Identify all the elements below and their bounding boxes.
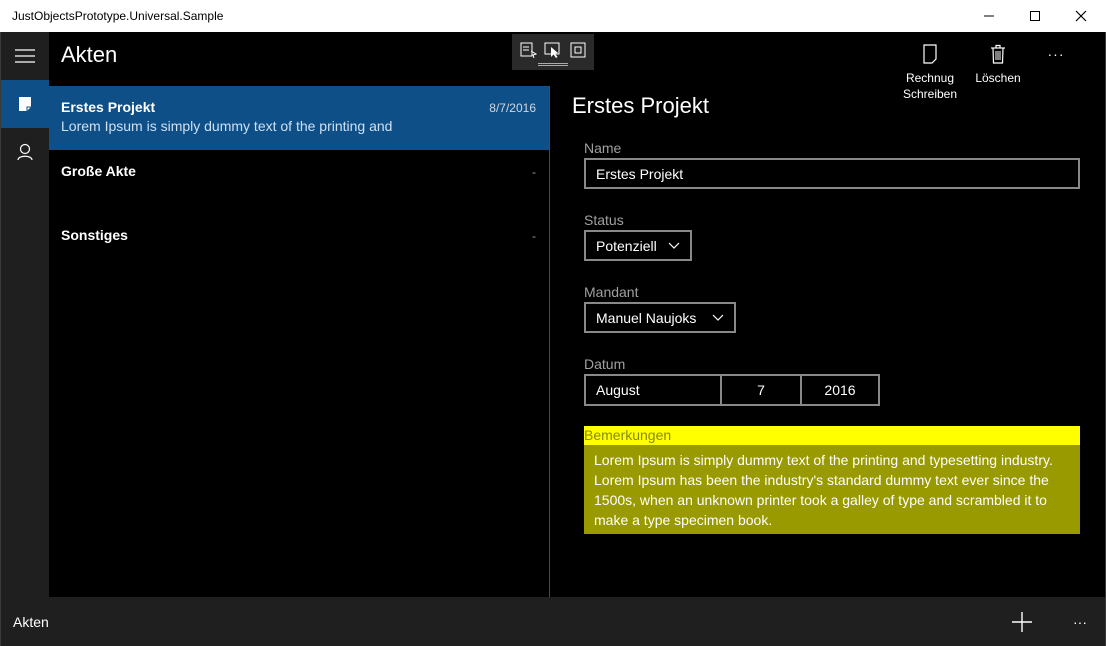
list-item-subtitle: Lorem Ipsum is simply dummy text of the … xyxy=(61,118,393,134)
chevron-down-icon xyxy=(712,314,724,321)
client-combobox[interactable]: Manuel Naujoks xyxy=(584,302,736,333)
adorner-button[interactable] xyxy=(569,40,588,60)
bottom-more-button[interactable]: ··· xyxy=(1065,607,1095,637)
maximize-icon xyxy=(1030,11,1040,21)
delete-label: Löschen xyxy=(975,71,1021,85)
maximize-button[interactable] xyxy=(1012,0,1058,32)
write-invoice-label-line2: Schreiben xyxy=(902,87,958,101)
write-invoice-label: Rechnug Schreiben xyxy=(903,70,957,102)
minimize-icon xyxy=(984,15,994,17)
nav-rail xyxy=(1,32,49,597)
more-icon: ··· xyxy=(1073,614,1087,630)
notes-field[interactable]: Lorem Ipsum is simply dummy text of the … xyxy=(584,445,1080,534)
select-element-button[interactable] xyxy=(518,40,537,60)
trash-icon xyxy=(991,44,1005,64)
more-options-button[interactable]: ··· xyxy=(1040,46,1072,62)
delete-button[interactable]: Löschen xyxy=(968,44,1028,86)
frame-icon xyxy=(570,42,586,58)
close-icon xyxy=(1075,10,1087,22)
window-titlebar: JustObjectsPrototype.Universal.Sample xyxy=(0,0,1106,32)
toolbar-grip[interactable] xyxy=(538,63,568,66)
person-icon xyxy=(17,143,33,161)
page-icon xyxy=(923,44,937,64)
notes-label: Bemerkungen xyxy=(584,426,1080,445)
date-month[interactable]: August xyxy=(586,376,720,404)
list-item-date: 8/7/2016 xyxy=(489,101,536,115)
list-item-title: Erstes Projekt xyxy=(61,99,156,115)
live-tree-icon xyxy=(520,42,537,59)
write-invoice-label-line1: Rechnug xyxy=(905,71,955,85)
bottom-app-bar: Akten ··· xyxy=(1,597,1105,646)
page-title: Akten xyxy=(61,42,118,67)
write-invoice-button[interactable]: Rechnug Schreiben xyxy=(900,44,960,102)
document-icon xyxy=(19,97,31,111)
add-button[interactable] xyxy=(1007,607,1037,637)
chevron-down-icon xyxy=(668,242,680,249)
status-label: Status xyxy=(584,212,624,228)
detail-title: Erstes Projekt xyxy=(572,93,709,118)
bottom-bar-title: Akten xyxy=(13,614,49,630)
minimize-button[interactable] xyxy=(966,0,1012,32)
list-item[interactable]: Erstes Projekt 8/7/2016 Lorem Ipsum is s… xyxy=(49,86,549,150)
cursor-select-icon xyxy=(544,42,560,58)
status-combobox[interactable]: Potenziell xyxy=(584,230,692,261)
status-value: Potenziell xyxy=(596,237,657,254)
debug-toolbar xyxy=(512,34,594,70)
akten-list: Erstes Projekt 8/7/2016 Lorem Ipsum is s… xyxy=(49,86,549,278)
hamburger-icon xyxy=(15,49,35,63)
date-label: Datum xyxy=(584,356,626,372)
date-year[interactable]: 2016 xyxy=(800,376,878,404)
nav-item-person[interactable] xyxy=(1,128,49,176)
list-item-date: - xyxy=(532,229,536,243)
pick-element-button[interactable] xyxy=(543,40,562,60)
name-label: Name xyxy=(584,140,622,156)
client-label: Mandant xyxy=(584,284,639,300)
window-title: JustObjectsPrototype.Universal.Sample xyxy=(12,9,224,23)
nav-item-akten[interactable] xyxy=(1,80,49,128)
list-item[interactable]: Große Akte - xyxy=(49,150,549,214)
list-item-title: Große Akte xyxy=(61,163,136,179)
plus-icon xyxy=(1012,612,1032,632)
more-icon: ··· xyxy=(1047,46,1065,62)
date-picker[interactable]: August 7 2016 xyxy=(584,374,880,406)
list-item-title: Sonstiges xyxy=(61,227,128,243)
list-item-date: - xyxy=(532,165,536,179)
list-item[interactable]: Sonstiges - xyxy=(49,214,549,278)
client-value: Manuel Naujoks xyxy=(596,309,697,326)
date-day[interactable]: 7 xyxy=(720,376,800,404)
hamburger-button[interactable] xyxy=(1,32,49,80)
close-button[interactable] xyxy=(1058,0,1104,32)
name-field[interactable]: Erstes Projekt xyxy=(584,158,1080,189)
pane-splitter xyxy=(549,86,550,597)
